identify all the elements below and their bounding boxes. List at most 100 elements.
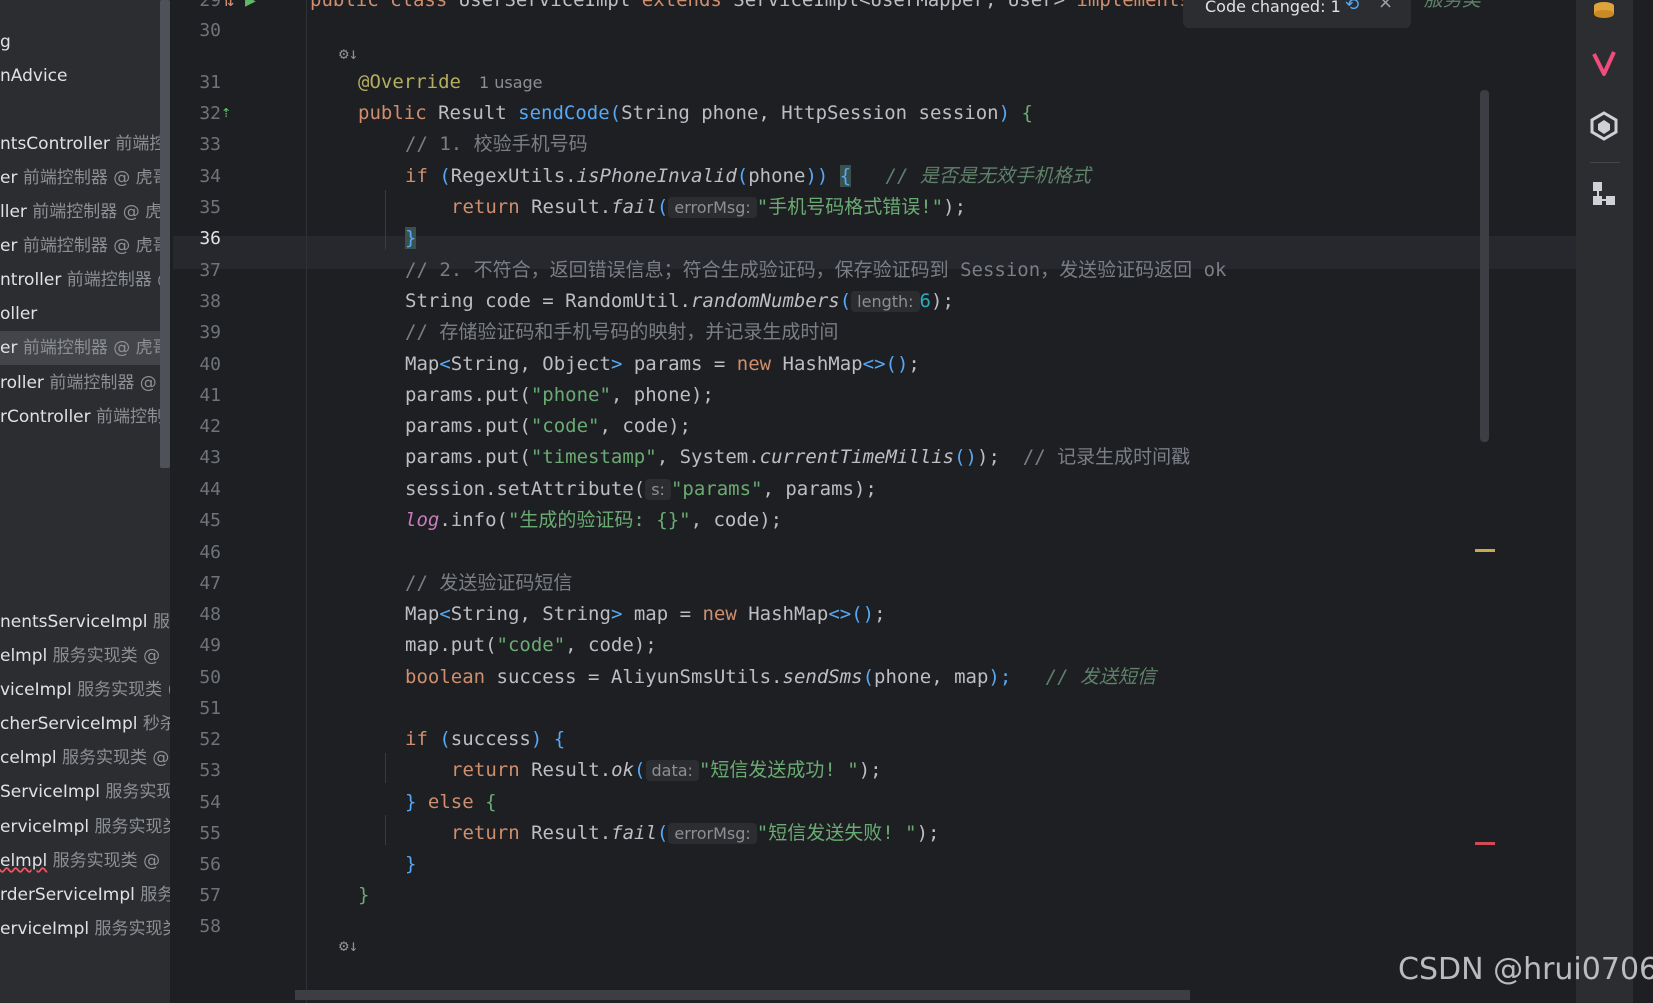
line-number[interactable]: 35 [173, 191, 221, 224]
project-tree-item[interactable]: er 前端控制器 @ 虎哥 [0, 229, 170, 263]
project-tree-item[interactable]: nAdvice [0, 59, 68, 93]
line-number[interactable]: 54 [173, 786, 221, 819]
code-changed-notification[interactable]: Code changed: 1 ⟲ × [1183, 0, 1411, 28]
editor-horizontal-scrollbar[interactable] [295, 990, 1190, 1000]
line-number[interactable]: 58 [173, 910, 221, 943]
project-tree-item[interactable]: er 前端控制器 @ 虎哥 [0, 161, 170, 195]
close-notification-button[interactable]: × [1378, 0, 1393, 12]
structure-icon[interactable] [1588, 178, 1620, 210]
implement-gutter-icon[interactable]: ⇡ [221, 102, 231, 122]
line-number[interactable]: 42 [173, 410, 221, 443]
line-number[interactable]: 46 [173, 536, 221, 569]
line-number[interactable]: 45 [173, 504, 221, 537]
line-number[interactable]: 55 [173, 817, 221, 850]
code-line-36[interactable]: } [405, 222, 1576, 255]
project-tree-item[interactable]: rController 前端控制器 [0, 400, 173, 434]
code-line-31[interactable]: @Override 1 usage [358, 66, 1576, 99]
line-number[interactable]: 36 [173, 222, 221, 255]
project-tree-item[interactable]: ServiceImpl 服务实现 [0, 775, 173, 809]
line-number[interactable]: 50 [173, 661, 221, 694]
code-line-48[interactable]: Map<String, String> map = new HashMap<>(… [405, 598, 1576, 631]
project-tree-item[interactable]: rderServiceImpl 服务 [0, 878, 173, 912]
project-tree-item[interactable]: ntroller 前端控制器 @ [0, 263, 173, 297]
code-line-43[interactable]: params.put("timestamp", System.currentTi… [405, 441, 1576, 474]
line-number[interactable]: 43 [173, 441, 221, 474]
rollback-icon[interactable]: ⟲ [1345, 0, 1359, 14]
usages-link[interactable]: 1 usage [479, 73, 543, 92]
code-line-33[interactable]: // 1. 校验手机号码 [405, 128, 1576, 161]
code-line-38[interactable]: String code = RandomUtil.randomNumbers(l… [405, 285, 1576, 318]
code-line-57[interactable]: } [358, 879, 1576, 912]
project-scrollbar[interactable] [160, 0, 170, 468]
project-tree-item[interactable]: ller 前端控制器 @ 虎哥 [0, 195, 173, 229]
token: } [405, 227, 417, 249]
token: log [405, 509, 440, 531]
code-line-34[interactable]: if (RegexUtils.isPhoneInvalid(phone)) { … [405, 160, 1576, 193]
run-gutter-icon[interactable]: ▶ [245, 0, 256, 11]
project-tree-item[interactable]: elmpl 服务实现类 @ [0, 639, 160, 673]
ai-actions-icon[interactable]: ⚙↓ [339, 44, 358, 63]
token: implements [1076, 0, 1191, 11]
code-line-35[interactable]: return Result.fail(errorMsg: "手机号码格式错误!")… [451, 191, 1576, 224]
line-number[interactable]: 40 [173, 348, 221, 381]
project-tree-item[interactable]: roller 前端控制器 @ 虎 [0, 366, 173, 400]
line-number[interactable]: 41 [173, 379, 221, 412]
project-tree-item[interactable]: celmpl 服务实现类 @ [0, 741, 169, 775]
line-number[interactable]: 32 [173, 97, 221, 130]
code-line-56[interactable]: } [405, 848, 1576, 881]
code-line-37[interactable]: // 2. 不符合，返回错误信息；符合生成验证码，保存验证码到 Session，… [405, 254, 1576, 287]
tree-item-name: ller [0, 202, 27, 222]
code-line-52[interactable]: if (success) { [405, 723, 1576, 756]
project-tree-item[interactable]: oller [0, 297, 37, 331]
validation-v-icon[interactable] [1588, 48, 1620, 80]
ai-actions-icon-bottom[interactable]: ⚙↓ [339, 936, 358, 955]
line-number[interactable]: 38 [173, 285, 221, 318]
code-line-39[interactable]: // 存储验证码和手机号码的映射，并记录生成时间 [405, 316, 1576, 349]
warning-marker[interactable] [1475, 549, 1495, 552]
ai-assistant-icon[interactable] [1588, 110, 1620, 142]
project-tree-item[interactable]: elmpl 服务实现类 @ [0, 844, 160, 878]
project-tree-item[interactable]: g [0, 25, 11, 59]
project-tree-item[interactable]: er 前端控制器 @ 虎哥 [0, 331, 173, 365]
project-tree-item[interactable]: ntsController 前端控制 [0, 127, 173, 161]
code-line-41[interactable]: params.put("phone", phone); [405, 379, 1576, 412]
database-icon[interactable] [1588, 0, 1620, 22]
code-line-42[interactable]: params.put("code", code); [405, 410, 1576, 443]
override-gutter-icon[interactable]: ⇅ [223, 0, 234, 11]
code-line-44[interactable]: session.setAttribute(s: "params", params)… [405, 473, 1576, 506]
line-number[interactable]: 31 [173, 66, 221, 99]
code-line-50[interactable]: boolean success = AliyunSmsUtils.sendSms… [405, 661, 1576, 694]
project-tree-item[interactable]: viceImpl 服务实现类 ( [0, 673, 173, 707]
editor-vertical-scrollbar[interactable] [1480, 90, 1489, 442]
line-number[interactable]: 48 [173, 598, 221, 631]
code-line-54[interactable]: } else { [405, 786, 1576, 819]
line-number[interactable]: 56 [173, 848, 221, 881]
line-number[interactable]: 34 [173, 160, 221, 193]
code-line-53[interactable]: return Result.ok(data: "短信发送成功! "); [451, 754, 1576, 787]
tree-item-name: oller [0, 304, 38, 324]
code-line-40[interactable]: Map<String, Object> params = new HashMap… [405, 348, 1576, 381]
code-line-49[interactable]: map.put("code", code); [405, 629, 1576, 662]
line-number[interactable]: 52 [173, 723, 221, 756]
line-number[interactable]: 51 [173, 692, 221, 725]
project-tree-item[interactable]: erviceImpl 服务实现类 [0, 810, 173, 844]
project-tree-item[interactable]: erviceImpl 服务实现类 [0, 912, 173, 946]
code-line-55[interactable]: return Result.fail(errorMsg: "短信发送失败! "); [451, 817, 1576, 850]
project-tree-item[interactable]: cherServiceImpl 秒杀 [0, 707, 173, 741]
project-tree-item[interactable]: nentsServiceImpl 服务 [0, 605, 173, 639]
line-number[interactable]: 47 [173, 567, 221, 600]
code-line-47[interactable]: // 发送验证码短信 [405, 567, 1576, 600]
line-number[interactable]: 44 [173, 473, 221, 506]
error-marker[interactable] [1475, 842, 1495, 845]
token: params.put( [405, 415, 531, 437]
line-number[interactable]: 39 [173, 316, 221, 349]
code-editor[interactable]: 29 30 31 32 33 34 35 36 37 38 39 40 41 42 43 44 45 46 47 48… [173, 0, 1576, 1003]
line-number[interactable]: 30 [173, 14, 221, 47]
code-line-32[interactable]: public Result sendCode(String phone, Htt… [358, 97, 1576, 130]
line-number[interactable]: 49 [173, 629, 221, 662]
code-line-45[interactable]: log.info("生成的验证码: {}", code); [405, 504, 1576, 537]
line-number[interactable]: 57 [173, 879, 221, 912]
line-number[interactable]: 37 [173, 254, 221, 287]
line-number[interactable]: 33 [173, 128, 221, 161]
line-number[interactable]: 53 [173, 754, 221, 787]
